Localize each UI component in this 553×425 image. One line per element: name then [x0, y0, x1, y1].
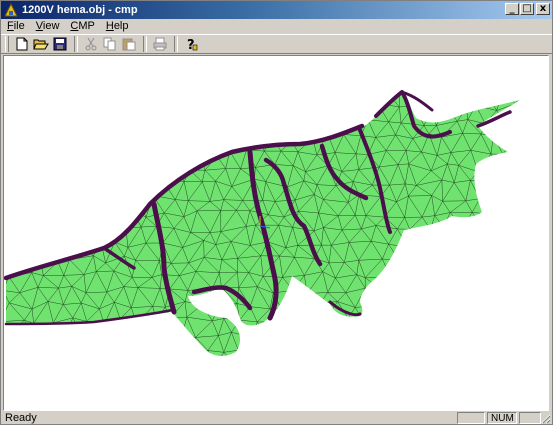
paste-button[interactable]	[120, 36, 138, 52]
toolbar-separator-2	[143, 36, 147, 52]
cut-button[interactable]	[82, 36, 100, 52]
menu-view-accel: V	[35, 20, 43, 32]
resize-grip-icon[interactable]	[540, 413, 551, 424]
minimize-button[interactable]: _	[505, 3, 519, 15]
menu-bar: File View CMP Help	[1, 19, 552, 34]
app-window: 1200V hema.obj - cmp _ □ x File View CMP…	[0, 0, 553, 425]
status-pane-cap	[457, 412, 485, 424]
menu-file-accel: F	[7, 20, 14, 32]
save-icon	[53, 37, 67, 51]
new-icon	[16, 37, 28, 51]
copy-button[interactable]	[101, 36, 119, 52]
toolbar: ?	[1, 34, 552, 54]
toolbar-separator	[74, 36, 78, 52]
menu-file[interactable]: File	[1, 19, 30, 34]
about-icon: ?	[187, 38, 198, 51]
new-button[interactable]	[13, 36, 31, 52]
menu-help-accel: H	[105, 20, 114, 32]
status-text: Ready	[5, 412, 37, 424]
menu-cmp-label: MP	[78, 20, 95, 32]
print-button[interactable]	[151, 36, 169, 52]
app-icon	[4, 3, 18, 17]
status-pane-scrl	[519, 412, 541, 424]
toolbar-separator-3	[174, 36, 178, 52]
mesh-model	[4, 90, 520, 356]
window-title: 1200V hema.obj - cmp	[22, 4, 138, 16]
status-pane-num: NUM	[487, 412, 517, 424]
menu-view[interactable]: View	[30, 19, 65, 34]
menu-help-label: elp	[113, 20, 129, 32]
open-icon	[33, 39, 49, 50]
save-button[interactable]	[51, 36, 69, 52]
menu-file-label: ile	[13, 20, 25, 32]
cut-icon	[85, 37, 97, 51]
title-bar[interactable]: 1200V hema.obj - cmp _ □ x	[1, 1, 552, 19]
open-button[interactable]	[32, 36, 50, 52]
menu-cmp[interactable]: CMP	[64, 19, 99, 34]
maximize-button[interactable]: □	[520, 3, 534, 15]
copy-icon	[103, 37, 116, 51]
menu-help[interactable]: Help	[100, 19, 134, 34]
close-button[interactable]: x	[536, 3, 550, 15]
status-bar: Ready NUM	[1, 411, 552, 425]
paste-icon	[122, 38, 136, 51]
toolbar-grip[interactable]	[5, 36, 9, 52]
menu-view-label: iew	[42, 20, 60, 32]
print-icon	[153, 37, 167, 51]
viewport[interactable]	[3, 55, 549, 411]
about-button[interactable]: ?	[182, 36, 200, 52]
